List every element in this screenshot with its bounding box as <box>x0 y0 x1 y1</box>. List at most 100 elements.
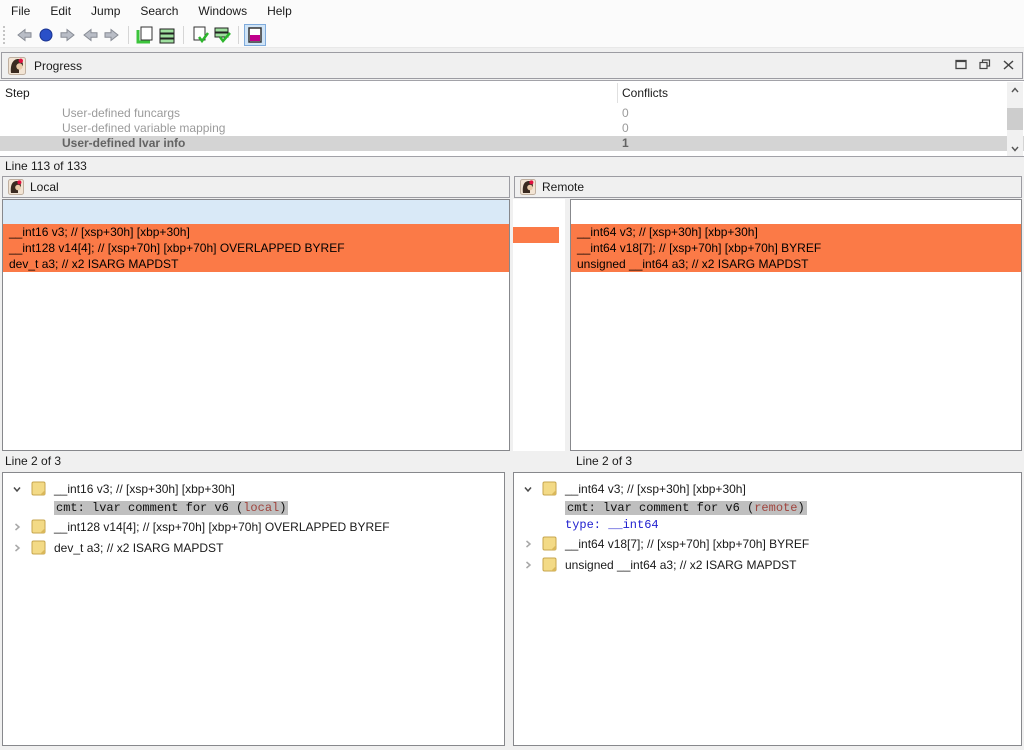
nav-forward-icon[interactable] <box>57 24 79 46</box>
local-detail-line-status: Line 2 of 3 <box>5 451 61 472</box>
local-pane-header: Local <box>2 176 510 198</box>
tree-row[interactable]: __int64 v3; // [xsp+30h] [xbp+30h] <box>514 478 1021 499</box>
merge-view-icon[interactable] <box>244 24 266 46</box>
lvar-type: type: __int64 <box>565 518 659 532</box>
chevron-right-icon[interactable] <box>521 539 535 549</box>
scroll-thumb[interactable] <box>1007 108 1023 130</box>
maximize-button[interactable] <box>955 59 967 73</box>
tree-item-label: __int64 v3; // [xsp+30h] [xbp+30h] <box>565 482 746 496</box>
current-position-icon[interactable] <box>35 24 57 46</box>
tree-row[interactable]: __int128 v14[4]; // [xsp+70h] [xbp+70h] … <box>3 516 504 537</box>
ida-logo-icon <box>8 179 24 195</box>
doc-local-icon[interactable] <box>134 24 156 46</box>
menu-help[interactable]: Help <box>257 0 302 22</box>
column-conflicts: Conflicts <box>622 86 668 100</box>
local-diff-pane[interactable]: __int16 v3; // [xsp+30h] [xbp+30h] __int… <box>2 199 510 451</box>
column-step: Step <box>5 86 30 100</box>
remote-pane-title: Remote <box>542 180 584 194</box>
steps-table: Step Conflicts User-defined funcargs 0 U… <box>0 80 1024 157</box>
chevron-right-icon[interactable] <box>10 522 24 532</box>
close-icon[interactable] <box>1003 59 1014 73</box>
code-line[interactable]: unsigned __int64 a3; // x2 ISARG MAPDST <box>571 256 1021 272</box>
step-conflicts: 0 <box>622 106 629 121</box>
chevron-right-icon[interactable] <box>10 543 24 553</box>
code-line[interactable]: dev_t a3; // x2 ISARG MAPDST <box>3 256 509 272</box>
remote-diff-pane[interactable]: __int64 v3; // [xsp+30h] [xbp+30h] __int… <box>570 199 1022 451</box>
column-divider[interactable] <box>617 83 618 103</box>
menu-file[interactable]: File <box>1 0 40 22</box>
folder-icon <box>31 519 46 534</box>
tree-attr-row[interactable]: cmt: lvar comment for v6 (remote) <box>514 499 1021 516</box>
code-line[interactable]: __int64 v3; // [xsp+30h] [xbp+30h] <box>571 224 1021 240</box>
code-line[interactable]: __int128 v14[4]; // [xsp+70h] [xbp+70h] … <box>3 240 509 256</box>
scroll-down-icon[interactable] <box>1007 141 1023 156</box>
remote-pane-header: Remote <box>514 176 1022 198</box>
line-status: Line 113 of 133 <box>5 157 87 176</box>
local-pane-title: Local <box>30 180 59 194</box>
toolbar-separator <box>128 26 129 44</box>
folder-icon <box>31 481 46 496</box>
menu-jump[interactable]: Jump <box>81 0 130 22</box>
tree-row[interactable]: dev_t a3; // x2 ISARG MAPDST <box>3 537 504 558</box>
folder-icon <box>542 481 557 496</box>
folder-icon <box>31 540 46 555</box>
step-row-selected[interactable]: User-defined lvar info 1 <box>0 136 1024 151</box>
prev-conflict-icon[interactable] <box>79 24 101 46</box>
code-line[interactable]: __int16 v3; // [xsp+30h] [xbp+30h] <box>3 224 509 240</box>
remote-detail-line-status: Line 2 of 3 <box>576 451 632 472</box>
tree-attr-row[interactable]: type: __int64 <box>514 516 1021 533</box>
local-conflict-block[interactable]: __int16 v3; // [xsp+30h] [xbp+30h] __int… <box>3 224 509 272</box>
steps-scrollbar[interactable] <box>1007 82 1023 156</box>
tree-row[interactable]: __int64 v18[7]; // [xsp+70h] [xbp+70h] B… <box>514 533 1021 554</box>
menu-edit[interactable]: Edit <box>40 0 81 22</box>
list-accept-icon[interactable] <box>211 24 233 46</box>
toolbar-drag-handle[interactable] <box>3 26 7 44</box>
folder-icon <box>542 557 557 572</box>
tree-item-label: __int16 v3; // [xsp+30h] [xbp+30h] <box>54 482 235 496</box>
step-row[interactable]: User-defined funcargs 0 <box>0 106 1024 121</box>
ida-logo-icon <box>520 179 536 195</box>
chevron-right-icon[interactable] <box>521 560 535 570</box>
list-local-icon[interactable] <box>156 24 178 46</box>
progress-titlebar: Progress <box>1 52 1023 79</box>
merge-gutter <box>513 199 565 471</box>
ida-logo-icon <box>8 57 26 75</box>
menu-search[interactable]: Search <box>130 0 188 22</box>
folder-icon <box>542 536 557 551</box>
scroll-up-icon[interactable] <box>1007 82 1023 97</box>
lvar-comment: cmt: lvar comment for v6 (local) <box>54 501 288 515</box>
remote-conflict-block[interactable]: __int64 v3; // [xsp+30h] [xbp+30h] __int… <box>571 224 1021 272</box>
doc-accept-icon[interactable] <box>189 24 211 46</box>
step-name: User-defined lvar info <box>62 136 185 151</box>
nav-back-icon[interactable] <box>13 24 35 46</box>
restore-button[interactable] <box>979 59 991 73</box>
menu-bar: File Edit Jump Search Windows Help <box>0 0 1024 22</box>
chevron-down-icon[interactable] <box>10 484 24 494</box>
detail-strip: Line 2 of 3 Line 2 of 3 <box>0 451 1024 472</box>
merge-window: File Edit Jump Search Windows Help <box>0 0 1024 750</box>
tree-item-label: unsigned __int64 a3; // x2 ISARG MAPDST <box>565 558 796 572</box>
menu-windows[interactable]: Windows <box>188 0 257 22</box>
tree-item-label: __int64 v18[7]; // [xsp+70h] [xbp+70h] B… <box>565 537 809 551</box>
code-line[interactable]: __int64 v18[7]; // [xsp+70h] [xbp+70h] B… <box>571 240 1021 256</box>
tree-row[interactable]: unsigned __int64 a3; // x2 ISARG MAPDST <box>514 554 1021 575</box>
tree-row[interactable]: __int16 v3; // [xsp+30h] [xbp+30h] <box>3 478 504 499</box>
step-name: User-defined funcargs <box>62 106 180 121</box>
step-conflicts: 1 <box>622 136 629 151</box>
conflict-marker[interactable] <box>513 227 559 243</box>
progress-title: Progress <box>34 59 82 73</box>
navigator-strip: Line 113 of 133 <box>0 157 1024 176</box>
next-conflict-icon[interactable] <box>101 24 123 46</box>
remote-detail-tree[interactable]: __int64 v3; // [xsp+30h] [xbp+30h] cmt: … <box>513 472 1022 746</box>
current-line-highlight[interactable] <box>3 200 509 224</box>
tree-attr-row[interactable]: cmt: lvar comment for v6 (local) <box>3 499 504 516</box>
step-name: User-defined variable mapping <box>62 121 225 136</box>
tree-item-label: dev_t a3; // x2 ISARG MAPDST <box>54 541 223 555</box>
local-detail-tree[interactable]: __int16 v3; // [xsp+30h] [xbp+30h] cmt: … <box>2 472 505 746</box>
steps-header: Step Conflicts <box>0 81 1024 106</box>
current-line-row[interactable] <box>571 200 1021 224</box>
chevron-down-icon[interactable] <box>521 484 535 494</box>
step-conflicts: 0 <box>622 121 629 136</box>
step-row[interactable]: User-defined variable mapping 0 <box>0 121 1024 136</box>
toolbar-separator <box>238 26 239 44</box>
